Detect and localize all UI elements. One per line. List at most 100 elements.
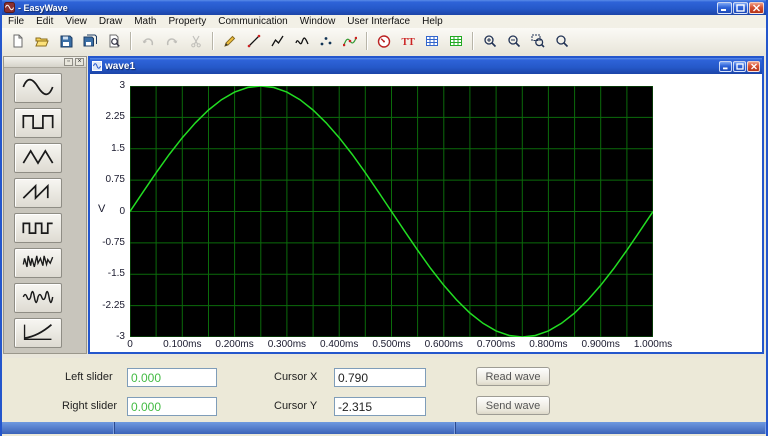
save-icon	[59, 34, 73, 48]
text-button[interactable]: TT	[397, 30, 419, 52]
table-button[interactable]	[445, 30, 467, 52]
wave1-window: wave1 V 32.251.50.750-0.75-1.5-2.25-3	[88, 56, 764, 354]
close-icon	[750, 63, 758, 70]
x-tick-label: 0.700ms	[466, 339, 526, 350]
save-button[interactable]	[55, 30, 77, 52]
wave1-title: wave1	[105, 61, 135, 72]
text-icon: TT	[401, 34, 415, 48]
menu-communication[interactable]: Communication	[212, 15, 293, 28]
print-preview-button[interactable]	[103, 30, 125, 52]
draw-line-button[interactable]	[243, 30, 265, 52]
y-axis-labels: 32.251.50.750-0.75-1.5-2.25-3	[90, 74, 127, 352]
y-tick-label: 0.75	[90, 174, 125, 185]
x-tick-label: 0.800ms	[518, 339, 578, 350]
zoom-reset-button[interactable]	[551, 30, 573, 52]
draw-points-button[interactable]	[315, 30, 337, 52]
y-tick-label: -0.75	[90, 237, 125, 248]
exp-wave-button[interactable]	[14, 318, 62, 348]
status-segment	[456, 422, 766, 434]
maximize-button[interactable]	[733, 2, 748, 14]
panel-close-button[interactable]: ×	[75, 58, 84, 66]
sine-wave-button[interactable]	[14, 73, 62, 103]
close-button[interactable]	[749, 2, 764, 14]
waveform-plot[interactable]	[130, 86, 653, 337]
menu-window[interactable]: Window	[294, 15, 342, 28]
exp-wave-icon	[20, 321, 56, 343]
draw-freehand-button[interactable]	[291, 30, 313, 52]
cut-icon	[189, 34, 203, 48]
menu-property[interactable]: Property	[162, 15, 212, 28]
grid-button[interactable]	[421, 30, 443, 52]
menu-draw[interactable]: Draw	[93, 15, 128, 28]
arbitrary-wave-button[interactable]	[14, 283, 62, 313]
noise-wave-icon	[20, 251, 56, 273]
toolbar-separator	[366, 32, 368, 50]
y-tick-label: 2.25	[90, 111, 125, 122]
toolbar-separator	[472, 32, 474, 50]
pulse-wave-button[interactable]	[14, 213, 62, 243]
interpolate-button[interactable]	[339, 30, 361, 52]
zoom-window-icon	[531, 34, 545, 48]
close-icon	[752, 4, 761, 12]
wave1-maximize-button[interactable]	[733, 61, 746, 72]
right-slider-input[interactable]	[127, 397, 217, 416]
menu-bar: FileEditViewDrawMathPropertyCommunicatio…	[2, 15, 766, 29]
open-button[interactable]	[31, 30, 53, 52]
menu-help[interactable]: Help	[416, 15, 449, 28]
x-tick-label: 0.400ms	[309, 339, 369, 350]
undo-button	[137, 30, 159, 52]
zoom-in-button[interactable]	[479, 30, 501, 52]
menu-file[interactable]: File	[2, 15, 30, 28]
read-wave-button[interactable]: Read wave	[476, 367, 550, 386]
panel-float-button[interactable]: ▫	[64, 58, 73, 66]
toolbar-separator	[130, 32, 132, 50]
x-tick-label: 0.600ms	[414, 339, 474, 350]
draw-polyline-button[interactable]	[267, 30, 289, 52]
wave1-content: V 32.251.50.750-0.75-1.5-2.25-3 00.100ms…	[90, 74, 762, 352]
undo-icon	[141, 34, 155, 48]
cursor-x-input[interactable]	[334, 368, 426, 387]
right-slider-label: Right slider	[62, 400, 117, 412]
wave1-close-button[interactable]	[747, 61, 760, 72]
grid-icon	[425, 34, 439, 48]
left-slider-input[interactable]	[127, 368, 217, 387]
maximize-icon	[736, 63, 744, 70]
send-wave-button[interactable]: Send wave	[476, 396, 550, 415]
easywave-window: - EasyWave FileEditViewDrawMathPropertyC…	[0, 0, 768, 436]
wave-template-panel: ▫ ×	[3, 56, 87, 354]
pulse-wave-icon	[20, 216, 56, 238]
menu-math[interactable]: Math	[128, 15, 162, 28]
x-tick-label: 0.500ms	[362, 339, 422, 350]
cut-button	[185, 30, 207, 52]
pencil-icon	[223, 34, 237, 48]
cursor-y-input[interactable]	[334, 397, 426, 416]
ramp-wave-icon	[20, 181, 56, 203]
wave1-minimize-button[interactable]	[719, 61, 732, 72]
save-all-button[interactable]	[79, 30, 101, 52]
menu-view[interactable]: View	[59, 15, 93, 28]
maximize-icon	[736, 4, 745, 12]
draw-pencil-button[interactable]	[219, 30, 241, 52]
freehand-icon	[295, 34, 309, 48]
wave1-title-bar[interactable]: wave1	[90, 58, 762, 74]
save-all-icon	[83, 34, 97, 48]
zoom-window-button[interactable]	[527, 30, 549, 52]
noise-wave-button[interactable]	[14, 248, 62, 278]
y-tick-label: -2.25	[90, 300, 125, 311]
preview-icon	[107, 34, 121, 48]
triangle-wave-button[interactable]	[14, 143, 62, 173]
zoom-out-button[interactable]	[503, 30, 525, 52]
open-icon	[35, 34, 49, 48]
title-bar[interactable]: - EasyWave	[2, 0, 766, 15]
new-button[interactable]	[7, 30, 29, 52]
gauge-button[interactable]	[373, 30, 395, 52]
minimize-button[interactable]	[717, 2, 732, 14]
zoom-out-icon	[507, 34, 521, 48]
menu-user-interface[interactable]: User Interface	[341, 15, 416, 28]
menu-edit[interactable]: Edit	[30, 15, 59, 28]
ramp-wave-button[interactable]	[14, 178, 62, 208]
new-icon	[11, 34, 25, 48]
zoom-reset-icon	[555, 34, 569, 48]
square-wave-button[interactable]	[14, 108, 62, 138]
wave-template-buttons	[4, 68, 86, 348]
